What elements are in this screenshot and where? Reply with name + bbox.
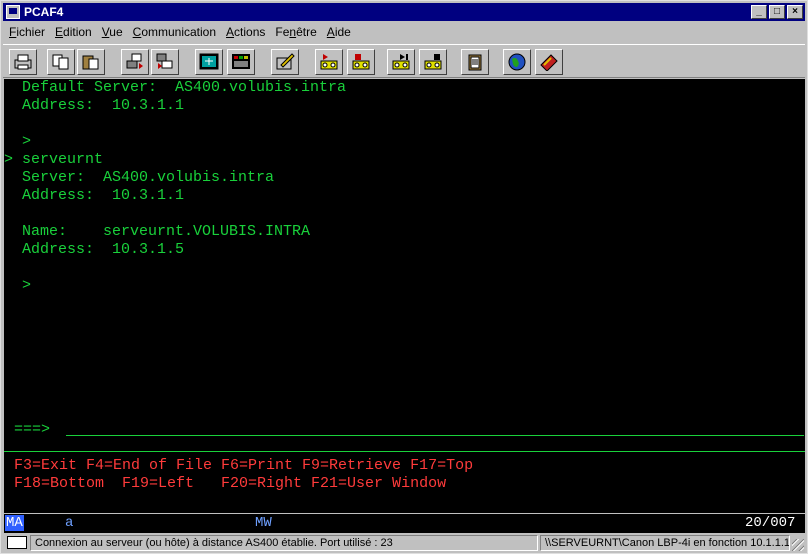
edit-macro-button[interactable] bbox=[271, 49, 299, 75]
status-message: Connexion au serveur (ou hôte) à distanc… bbox=[30, 535, 538, 551]
toolbar bbox=[3, 44, 805, 78]
copy-button[interactable] bbox=[47, 49, 75, 75]
oia-mw-indicator: MW bbox=[255, 515, 272, 531]
keypad-button[interactable] bbox=[227, 49, 255, 75]
terminal-line: Default Server: AS400.volubis.intra bbox=[4, 79, 347, 96]
maximize-button[interactable]: □ bbox=[769, 5, 785, 19]
close-button[interactable]: × bbox=[787, 5, 803, 19]
connection-status-icon bbox=[7, 536, 27, 549]
play-macro-icon bbox=[392, 54, 410, 70]
pause-macro-icon bbox=[424, 54, 442, 70]
screen-divider bbox=[4, 451, 805, 452]
function-keys-line-2: F18=Bottom F19=Left F20=Right F21=User W… bbox=[14, 475, 447, 492]
menu-actions[interactable]: Actions bbox=[220, 23, 269, 42]
play-macro-button[interactable] bbox=[387, 49, 415, 75]
terminal-line: Address: 10.3.1.1 bbox=[4, 97, 185, 114]
web-button[interactable] bbox=[503, 49, 531, 75]
stop-macro-button[interactable] bbox=[347, 49, 375, 75]
menu-aide[interactable]: Aide bbox=[321, 23, 355, 42]
oia-cursor-position: 20/007 bbox=[745, 515, 796, 531]
terminal-line: Server: AS400.volubis.intra bbox=[4, 169, 275, 186]
terminal-line: > bbox=[4, 133, 32, 150]
oia-ma-indicator: MA bbox=[5, 515, 24, 531]
print-button[interactable] bbox=[9, 49, 37, 75]
clipboard-icon bbox=[468, 54, 482, 71]
terminal-line: > bbox=[4, 277, 32, 294]
terminal-line: Address: 10.3.1.5 bbox=[4, 241, 185, 258]
status-printer: \\SERVEURNT\Canon LBP-4i en fonction 10.… bbox=[540, 535, 790, 551]
pause-macro-button[interactable] bbox=[419, 49, 447, 75]
send-file-button[interactable] bbox=[121, 49, 149, 75]
status-bar: Connexion au serveur (ou hôte) à distanc… bbox=[4, 534, 805, 552]
function-keys-line-1: F3=Exit F4=End of File F6=Print F9=Retri… bbox=[14, 457, 474, 474]
title-bar[interactable]: PCAF4 _ □ × bbox=[3, 3, 805, 21]
paste-button[interactable] bbox=[77, 49, 105, 75]
menu-edition[interactable]: Edition bbox=[49, 23, 96, 42]
receive-file-button[interactable] bbox=[151, 49, 179, 75]
minimize-button[interactable]: _ bbox=[751, 5, 767, 19]
oia-session-id: a bbox=[65, 515, 74, 531]
command-input-field[interactable] bbox=[66, 435, 804, 436]
terminal-screen[interactable]: Default Server: AS400.volubis.intra Addr… bbox=[4, 79, 805, 513]
menu-fenetre[interactable]: Fenêtre bbox=[269, 23, 320, 42]
edit-macro-icon bbox=[276, 53, 295, 70]
menu-fichier[interactable]: Fichier bbox=[3, 23, 49, 42]
keypad-icon bbox=[232, 54, 250, 69]
terminal-line: Address: 10.3.1.1 bbox=[4, 187, 185, 204]
menu-vue[interactable]: Vue bbox=[96, 23, 127, 42]
window-title: PCAF4 bbox=[24, 5, 64, 19]
operator-information-area: MA a MW 20/007 bbox=[4, 514, 805, 533]
record-macro-icon bbox=[320, 54, 338, 70]
terminal-line: > serveurnt bbox=[4, 151, 104, 168]
display-setup-icon bbox=[199, 53, 219, 70]
menu-communication[interactable]: Communication bbox=[127, 23, 220, 42]
menu-bar: Fichier Edition Vue Communication Action… bbox=[3, 23, 355, 42]
paste-icon bbox=[82, 55, 99, 70]
record-macro-button[interactable] bbox=[315, 49, 343, 75]
resize-grip[interactable] bbox=[792, 539, 804, 551]
print-icon bbox=[14, 54, 32, 70]
display-setup-button[interactable] bbox=[195, 49, 223, 75]
help-button[interactable] bbox=[535, 49, 563, 75]
pcaf4-window: PCAF4 _ □ × Fichier Edition Vue Communic… bbox=[0, 0, 808, 554]
copy-icon bbox=[52, 54, 69, 70]
receive-file-icon bbox=[156, 53, 173, 69]
web-globe-icon bbox=[508, 53, 526, 71]
send-file-icon bbox=[126, 53, 143, 69]
clipboard-button[interactable] bbox=[461, 49, 489, 75]
help-book-icon bbox=[540, 54, 558, 71]
terminal-line: Name: serveurnt.VOLUBIS.INTRA bbox=[4, 223, 311, 240]
command-prompt: ===> bbox=[14, 421, 51, 438]
stop-macro-icon bbox=[352, 54, 370, 70]
app-icon[interactable] bbox=[6, 5, 20, 19]
